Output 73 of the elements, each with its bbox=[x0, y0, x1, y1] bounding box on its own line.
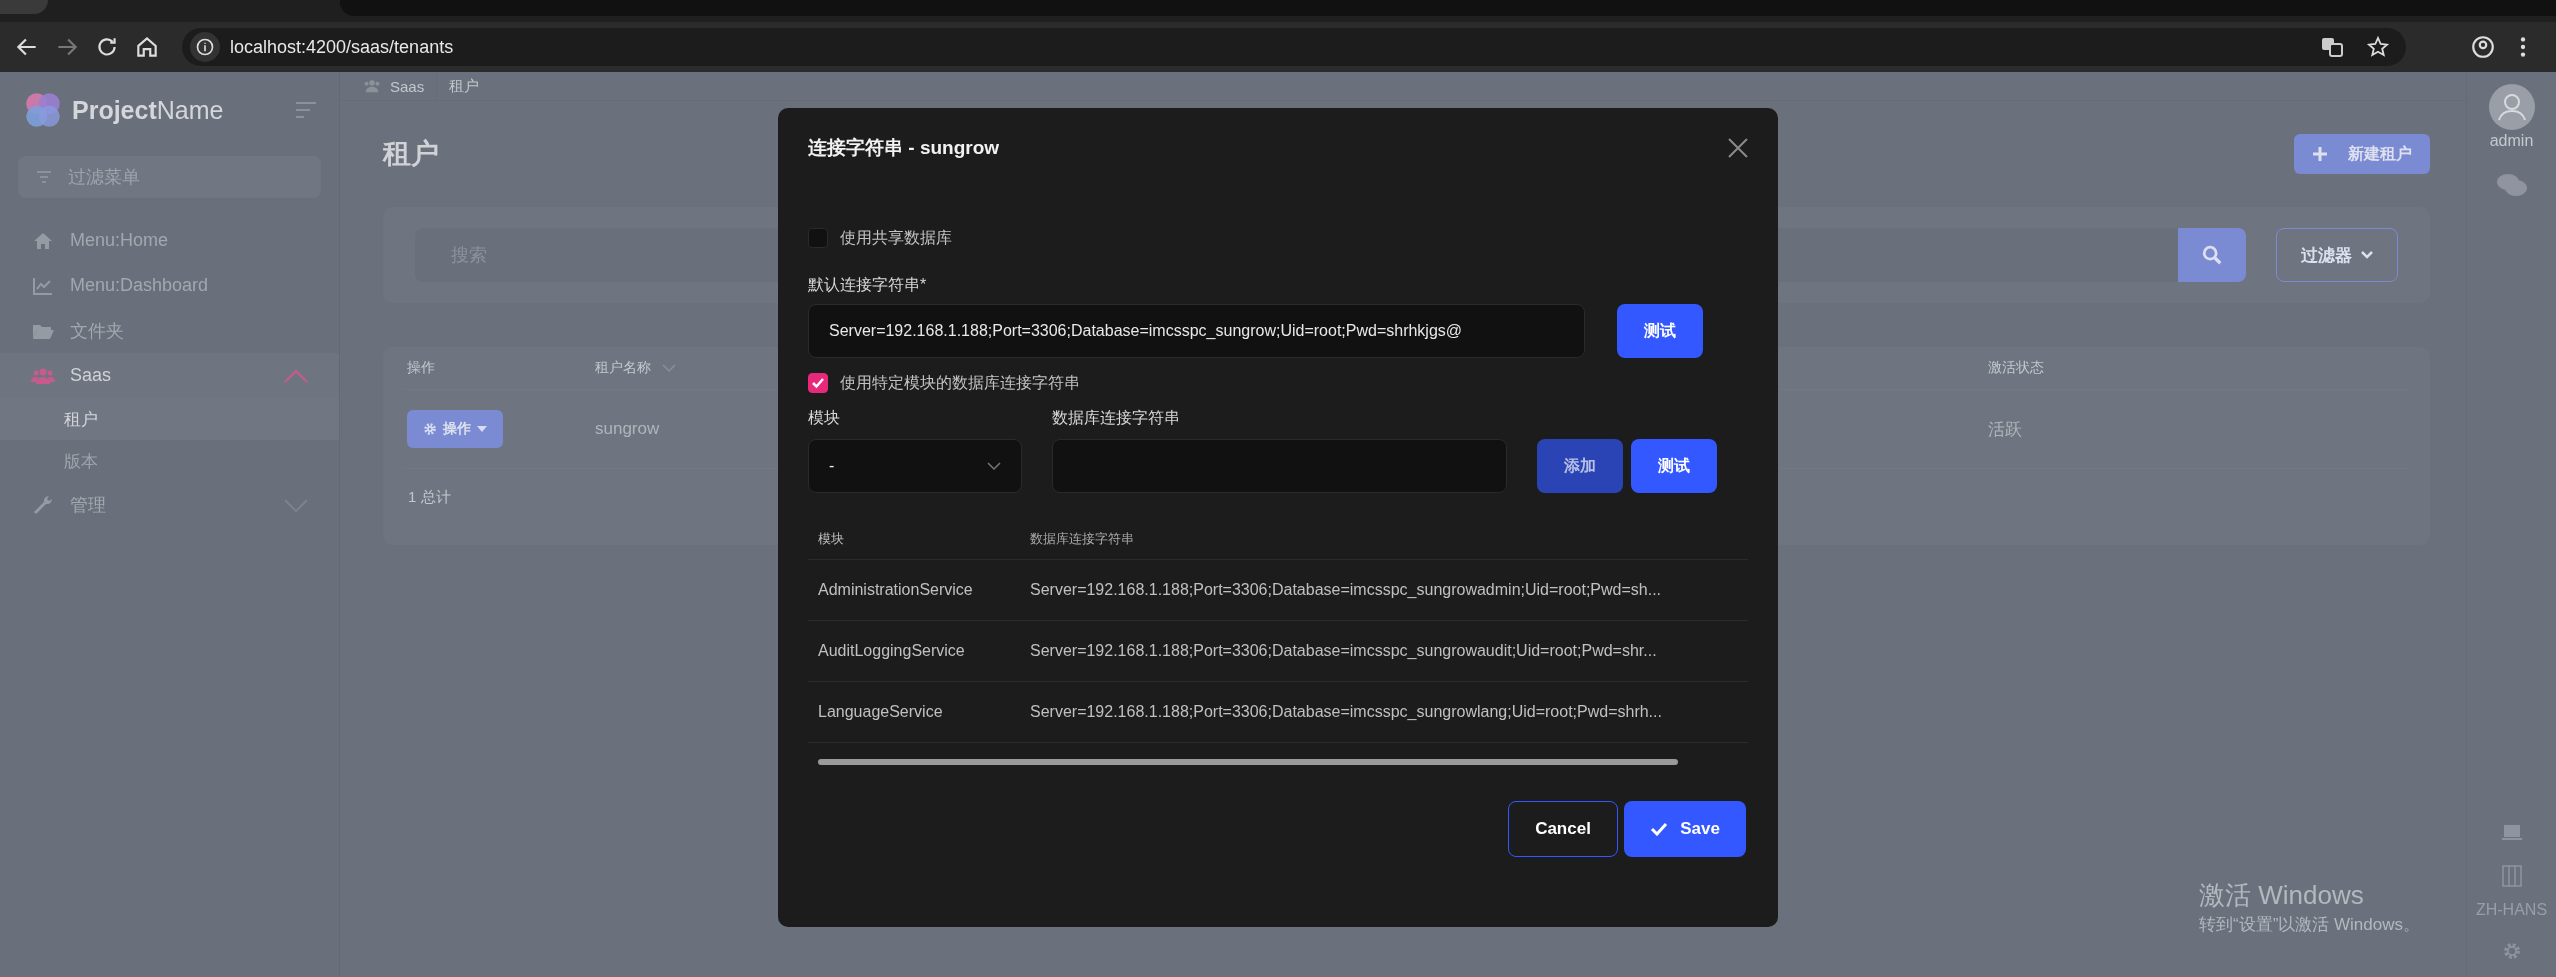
connection-string-field[interactable] bbox=[1052, 439, 1507, 493]
dialog-title: 连接字符串 - sungrow bbox=[808, 136, 1000, 160]
checkbox-label: 使用共享数据库 bbox=[840, 227, 952, 248]
filter-icon bbox=[36, 170, 52, 184]
table-cell-text: AdministrationService bbox=[817, 581, 974, 599]
table-cell: Server=192.168.1.188;Port=3306;Database=imcsspc_sungrowadmin;Uid=root;Pwd=sh... bbox=[1030, 581, 1662, 599]
test-button[interactable]: 测试 bbox=[1617, 304, 1703, 358]
url-text: localhost:4200/saas/tenants bbox=[230, 36, 455, 58]
account-icon[interactable] bbox=[2470, 34, 2496, 60]
checkbox-label: 使用特定模块的数据库连接字符串 bbox=[840, 372, 1080, 393]
gear-icon bbox=[423, 422, 437, 436]
search-icon bbox=[2201, 244, 2223, 266]
watermark-title: 激活 Windows bbox=[2199, 879, 2365, 912]
chevron-down-icon bbox=[987, 461, 1001, 471]
table-cell-text: LanguageService bbox=[817, 703, 944, 721]
menu-item[interactable]: Menu:Dashboard bbox=[0, 263, 339, 308]
star-icon[interactable] bbox=[2366, 35, 2390, 59]
address-bar[interactable]: localhost:4200/saas/tenants bbox=[182, 28, 2406, 66]
table-cell-text: AuditLoggingService bbox=[817, 642, 966, 660]
table-cell: Server=192.168.1.188;Port=3306;Database=imcsspc_sungrowaudit;Uid=root;Pwd=shr... bbox=[1030, 642, 1657, 660]
chevron-down-icon bbox=[2359, 250, 2374, 260]
checkbox[interactable] bbox=[808, 228, 828, 248]
column-header: 操作 bbox=[406, 358, 436, 377]
breadcrumb-item[interactable]: Saas bbox=[350, 72, 437, 100]
home-icon[interactable] bbox=[134, 34, 160, 60]
check-icon bbox=[1650, 822, 1669, 836]
brand-name: ProjectName bbox=[72, 95, 225, 125]
chat-icon[interactable] bbox=[2495, 172, 2528, 198]
save-button[interactable]: Save bbox=[1624, 801, 1746, 857]
scrollbar[interactable] bbox=[818, 759, 1678, 765]
column-header: 数据库连接字符串 bbox=[1030, 530, 1134, 548]
table-cell-text: 活跃 bbox=[1988, 418, 2023, 441]
column-header: 模块 bbox=[817, 530, 845, 548]
sort-icon[interactable] bbox=[661, 363, 677, 373]
avatar-icon[interactable] bbox=[2488, 84, 2535, 130]
caret-icon bbox=[477, 426, 487, 432]
translate-icon[interactable] bbox=[2320, 35, 2344, 59]
column-header[interactable]: 租户名称 bbox=[595, 347, 755, 389]
info-icon[interactable] bbox=[195, 37, 215, 57]
field-label: 模块 bbox=[808, 408, 841, 428]
add-button[interactable]: 添加 bbox=[1537, 439, 1623, 493]
menu-item[interactable]: Saas bbox=[0, 353, 339, 398]
search-button[interactable] bbox=[2178, 228, 2246, 282]
total-count: 1 总计 bbox=[407, 486, 452, 507]
columns-icon[interactable] bbox=[2501, 865, 2522, 887]
menu-item[interactable]: Menu:Home bbox=[0, 218, 339, 263]
menu-item[interactable]: 管理 bbox=[0, 482, 339, 527]
connection-string-field[interactable]: Server=192.168.1.188;Port=3306;Database=imcsspc_sungrow;Uid=root;Pwd=shrhkjgs@ bbox=[808, 304, 1585, 358]
submenu-item[interactable]: 租户 bbox=[0, 398, 339, 440]
watermark-text: 转到“设置”以激活 Windows。 bbox=[2199, 914, 2420, 936]
page-title: 租户 bbox=[383, 137, 439, 171]
checkbox[interactable] bbox=[808, 373, 828, 393]
settings-icon[interactable] bbox=[2501, 941, 2522, 961]
field-label: 默认连接字符串* bbox=[808, 275, 928, 295]
sort-icon[interactable] bbox=[295, 101, 317, 119]
laptop-icon[interactable] bbox=[2501, 825, 2522, 841]
module-select[interactable]: - bbox=[808, 439, 1022, 493]
table-cell-text: sungrow bbox=[595, 419, 661, 439]
user-name[interactable]: admin bbox=[2489, 132, 2534, 150]
breadcrumb-item[interactable]: 租户 bbox=[436, 72, 492, 100]
table-cell: Server=192.168.1.188;Port=3306;Database=imcsspc_sungrowlang;Uid=root;Pwd=shrh... bbox=[1030, 703, 1662, 721]
users-icon bbox=[362, 79, 382, 93]
test-button[interactable]: 测试 bbox=[1631, 439, 1717, 493]
actions-button[interactable]: 操作 bbox=[407, 410, 503, 448]
column-header: 激活状态 bbox=[1988, 358, 2045, 377]
menu-item[interactable]: 文件夹 bbox=[0, 308, 339, 353]
filter-button[interactable]: 过滤器 bbox=[2276, 228, 2398, 282]
close-icon[interactable] bbox=[1728, 138, 1748, 158]
cancel-button[interactable]: Cancel bbox=[1508, 801, 1618, 857]
field-label: 数据库连接字符串 bbox=[1052, 408, 1181, 428]
checkmark-icon bbox=[811, 377, 825, 389]
new-tenant-button[interactable]: 新建租户 bbox=[2294, 134, 2430, 174]
plus-icon bbox=[2312, 146, 2328, 162]
